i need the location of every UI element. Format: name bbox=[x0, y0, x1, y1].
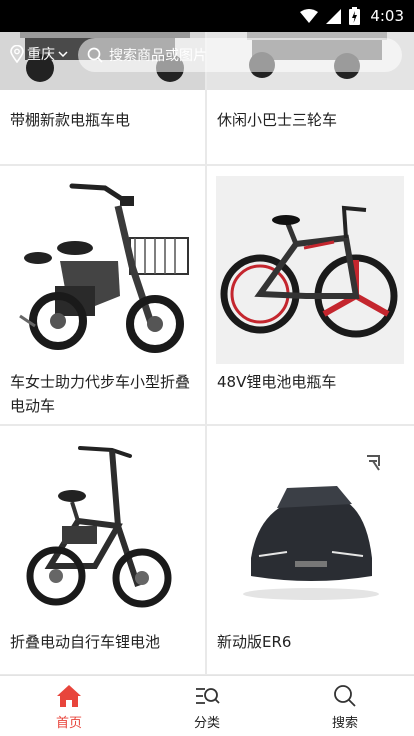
search-icon bbox=[334, 685, 356, 707]
product-card[interactable]: 新动版ER6 bbox=[207, 426, 414, 674]
product-name: 休闲小巴士三轮车 bbox=[217, 111, 338, 129]
tab-label: 分类 bbox=[193, 716, 220, 731]
product-card[interactable]: 48V锂电池电瓶车 bbox=[207, 166, 414, 424]
home-icon bbox=[57, 685, 81, 707]
product-name: 新动版ER6 bbox=[217, 633, 292, 651]
product-name: 48V锂电池电瓶车 bbox=[217, 373, 337, 391]
product-name: 带棚新款电瓶车电 bbox=[10, 111, 131, 129]
product-image bbox=[0, 166, 205, 361]
category-icon bbox=[196, 688, 220, 704]
product-image bbox=[216, 176, 404, 364]
bottom-tab-bar: 首页 分类 搜索 bbox=[0, 675, 414, 736]
location-label: 重庆 bbox=[27, 47, 55, 63]
search-icon bbox=[87, 47, 103, 63]
tab-category[interactable]: 分类 bbox=[138, 676, 276, 736]
product-card[interactable]: 车女士助力代步车小型折叠电动车 bbox=[0, 166, 205, 424]
product-name: 折叠电动自行车锂电池 bbox=[10, 633, 161, 651]
chevron-down-icon bbox=[58, 51, 68, 57]
status-time: 4:03 bbox=[370, 7, 404, 25]
search-placeholder: 搜索商品或图片 bbox=[109, 48, 207, 64]
tab-home[interactable]: 首页 bbox=[0, 676, 138, 736]
location-pin-icon bbox=[10, 45, 24, 63]
status-bar: 4:03 bbox=[0, 0, 414, 32]
tab-search[interactable]: 搜索 bbox=[276, 676, 414, 736]
battery-charging-icon bbox=[349, 7, 361, 25]
header: 重庆 搜索商品或图片 bbox=[0, 32, 414, 80]
search-bar[interactable]: 搜索商品或图片 bbox=[78, 38, 402, 72]
wifi-icon bbox=[300, 9, 319, 23]
tab-label: 搜索 bbox=[331, 716, 358, 731]
product-name: 车女士助力代步车小型折叠电动车 bbox=[10, 373, 191, 415]
product-image bbox=[207, 426, 414, 621]
signal-icon bbox=[326, 8, 342, 24]
product-card[interactable]: 折叠电动自行车锂电池 bbox=[0, 426, 205, 674]
product-image bbox=[0, 426, 205, 621]
tab-label: 首页 bbox=[55, 716, 82, 731]
location-selector[interactable]: 重庆 bbox=[10, 44, 68, 64]
product-grid: 带棚新款电瓶车电 休闲小巴士三轮车 车女士助力代步车小型折叠电动车 48V锂电池… bbox=[0, 0, 414, 674]
